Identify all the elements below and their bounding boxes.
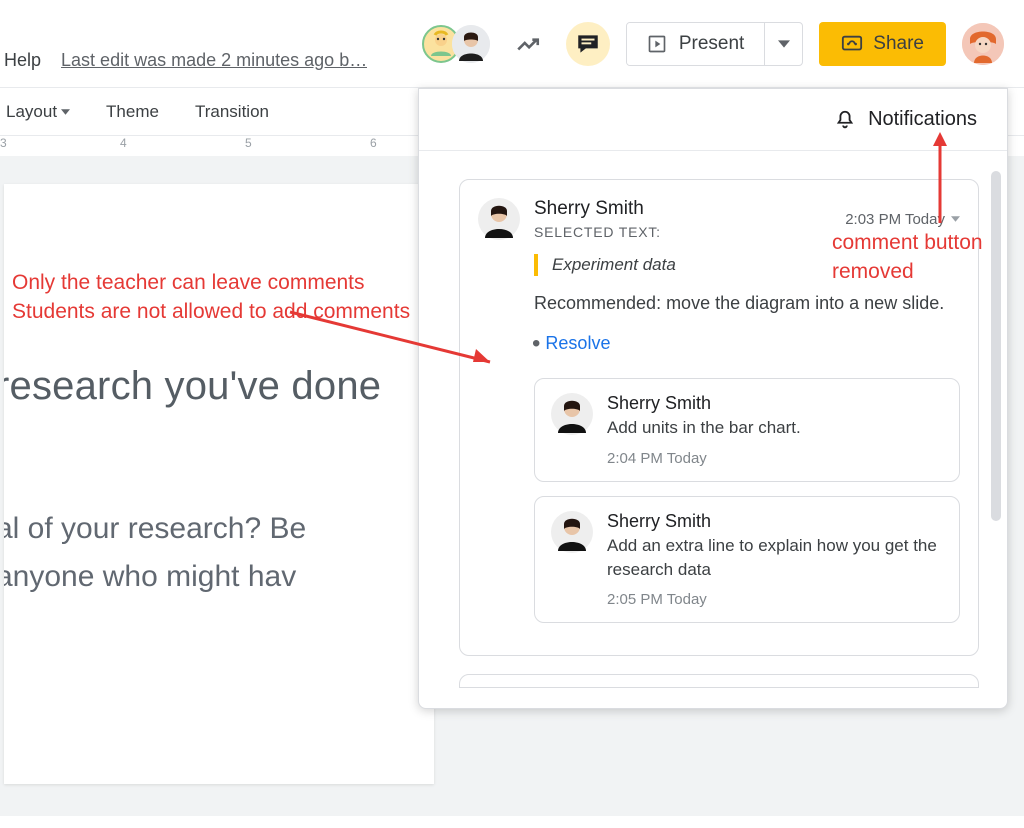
comment-reply[interactable]: Sherry Smith Add units in the bar chart.…	[534, 378, 960, 482]
share-label: Share	[873, 33, 924, 55]
link-share-icon	[841, 33, 863, 55]
ruler-mark: 4	[120, 136, 127, 150]
present-dropdown[interactable]	[764, 23, 802, 65]
annotation-left: Only the teacher can leave comments Stud…	[12, 268, 410, 327]
reply-author-name: Sherry Smith	[607, 511, 943, 532]
present-button-group: Present	[626, 22, 803, 66]
resolve-row: • Resolve	[532, 330, 960, 358]
caret-down-icon	[778, 38, 790, 50]
reply-author-avatar	[551, 393, 593, 435]
collaborator-avatar-2[interactable]	[452, 25, 490, 63]
ruler-mark: 5	[245, 136, 252, 150]
slide-body-line: anyone who might hav	[4, 553, 434, 601]
present-button[interactable]: Present	[627, 23, 764, 65]
panel-header: Notifications	[419, 89, 1007, 151]
theme-button[interactable]: Theme	[100, 102, 165, 122]
menu-help[interactable]: Help	[0, 50, 41, 87]
ruler-mark: 3	[0, 136, 7, 150]
comment-author-avatar	[478, 198, 520, 240]
annotation-right: comment button removed	[832, 228, 983, 287]
selection-bar-icon	[534, 254, 538, 276]
avatar-icon	[962, 23, 1004, 65]
annotation-text: comment button	[832, 228, 983, 257]
annotation-text: Students are not allowed to add comments	[12, 297, 410, 326]
comment-history-button[interactable]	[566, 22, 610, 66]
reply-body: Add an extra line to explain how you get…	[607, 534, 943, 582]
reply-author-avatar	[551, 511, 593, 553]
comment-history-panel: Notifications Sherry Smith SELECTED TEXT…	[418, 88, 1008, 709]
notifications-button[interactable]: Notifications	[868, 108, 977, 131]
layout-dropdown[interactable]: Layout	[0, 102, 76, 122]
comment-body: Recommended: move the diagram into a new…	[534, 290, 960, 316]
topbar-right: Present Share	[422, 0, 1004, 87]
reply-time: 2:05 PM Today	[607, 591, 943, 608]
scrollbar[interactable]	[991, 171, 1001, 521]
bell-icon	[834, 109, 856, 131]
present-label: Present	[679, 33, 744, 55]
topbar-left: Help Last edit was made 2 minutes ago b…	[0, 0, 367, 87]
reply-time: 2:04 PM Today	[607, 450, 801, 467]
annotation-arrow-icon	[925, 128, 955, 228]
annotation-text: removed	[832, 257, 983, 286]
app-topbar: Help Last edit was made 2 minutes ago b……	[0, 0, 1024, 88]
next-thread-peek	[459, 674, 979, 688]
layout-label: Layout	[6, 102, 57, 122]
reply-author-name: Sherry Smith	[607, 393, 801, 414]
selected-text-label: SELECTED TEXT:	[534, 224, 831, 240]
collaborator-avatars[interactable]	[422, 25, 490, 63]
last-edit-link[interactable]: Last edit was made 2 minutes ago b…	[61, 50, 367, 87]
resolve-link[interactable]: Resolve	[545, 333, 610, 353]
slide-body-line: al of your research? Be	[4, 505, 434, 553]
slide-body[interactable]: al of your research? Be anyone who might…	[4, 505, 434, 601]
transition-button[interactable]: Transition	[189, 102, 275, 122]
comment-icon	[575, 31, 601, 57]
selected-text: Experiment data	[552, 255, 676, 275]
bullet-icon: •	[532, 330, 540, 357]
comment-reply[interactable]: Sherry Smith Add an extra line to explai…	[534, 496, 960, 624]
reply-body: Add units in the bar chart.	[607, 416, 801, 440]
annotation-text: Only the teacher can leave comments	[12, 268, 410, 297]
ruler-mark: 6	[370, 136, 377, 150]
share-button[interactable]: Share	[819, 22, 946, 66]
activity-dashboard-button[interactable]	[506, 22, 550, 66]
caret-down-icon	[61, 109, 70, 115]
comment-author-name: Sherry Smith	[534, 198, 831, 220]
trending-up-icon	[515, 31, 541, 57]
account-avatar[interactable]	[962, 23, 1004, 65]
present-icon	[647, 34, 667, 54]
